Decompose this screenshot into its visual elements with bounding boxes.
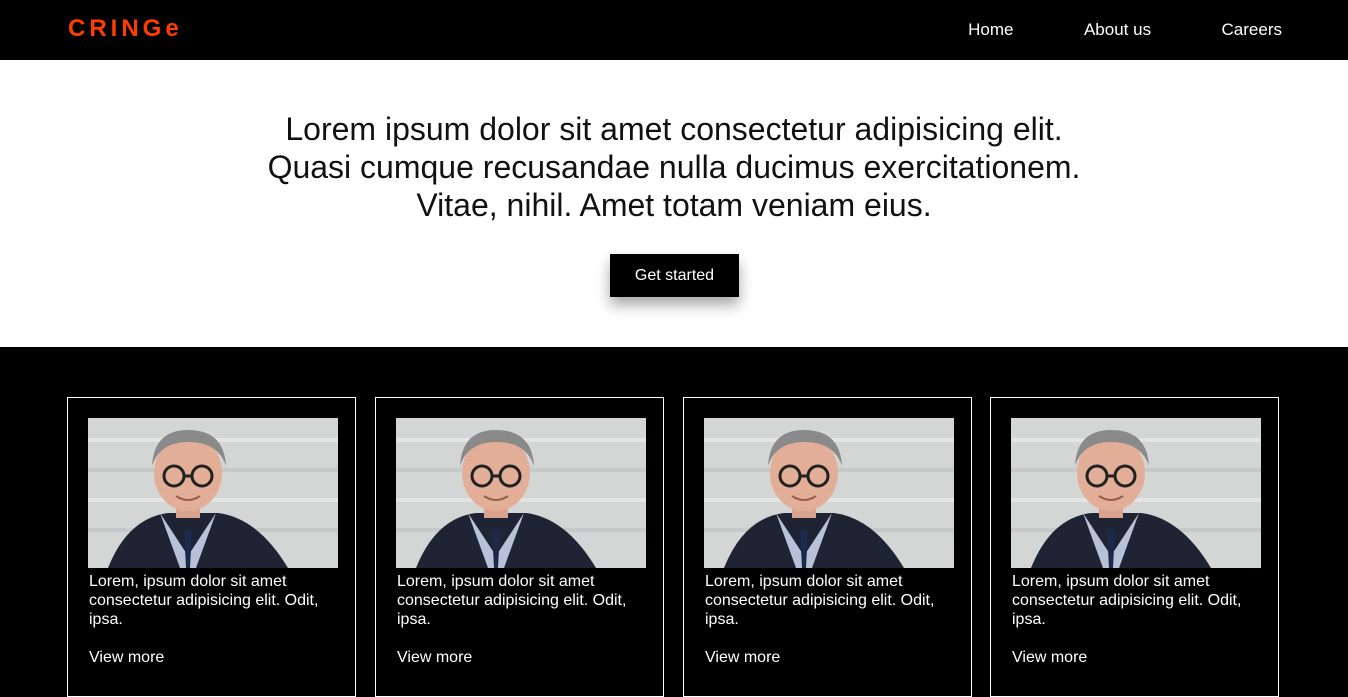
card: Lorem, ipsum dolor sit amet consectetur … (683, 397, 972, 697)
card-text: Lorem, ipsum dolor sit amet consectetur … (705, 573, 935, 628)
card: Lorem, ipsum dolor sit amet consectetur … (67, 397, 356, 697)
nav-links: Home About us Careers (902, 20, 1282, 40)
card-text: Lorem, ipsum dolor sit amet consectetur … (1012, 573, 1242, 628)
person-photo (88, 418, 338, 568)
person-photo (1011, 418, 1261, 568)
person-photo (704, 418, 954, 568)
view-more-link[interactable]: View more (89, 648, 164, 667)
navbar: CRINGe Home About us Careers (0, 0, 1348, 60)
view-more-link[interactable]: View more (1012, 648, 1087, 667)
nav-link-careers[interactable]: Careers (1222, 20, 1282, 40)
logo[interactable]: CRINGe (68, 15, 183, 43)
card-text: Lorem, ipsum dolor sit amet consectetur … (397, 573, 627, 628)
person-photo (396, 418, 646, 568)
view-more-link[interactable]: View more (397, 648, 472, 667)
hero-heading: Lorem ipsum dolor sit amet consectetur a… (267, 111, 1081, 223)
card-text: Lorem, ipsum dolor sit amet consectetur … (89, 573, 319, 628)
card: Lorem, ipsum dolor sit amet consectetur … (990, 397, 1279, 697)
hero-section: Lorem ipsum dolor sit amet consectetur a… (0, 60, 1348, 347)
nav-link-home[interactable]: Home (968, 20, 1013, 40)
card: Lorem, ipsum dolor sit amet consectetur … (375, 397, 664, 697)
cards-section: Lorem, ipsum dolor sit amet consectetur … (0, 347, 1348, 697)
nav-link-about-us[interactable]: About us (1084, 20, 1151, 40)
view-more-link[interactable]: View more (705, 648, 780, 667)
get-started-button[interactable]: Get started (610, 254, 739, 297)
